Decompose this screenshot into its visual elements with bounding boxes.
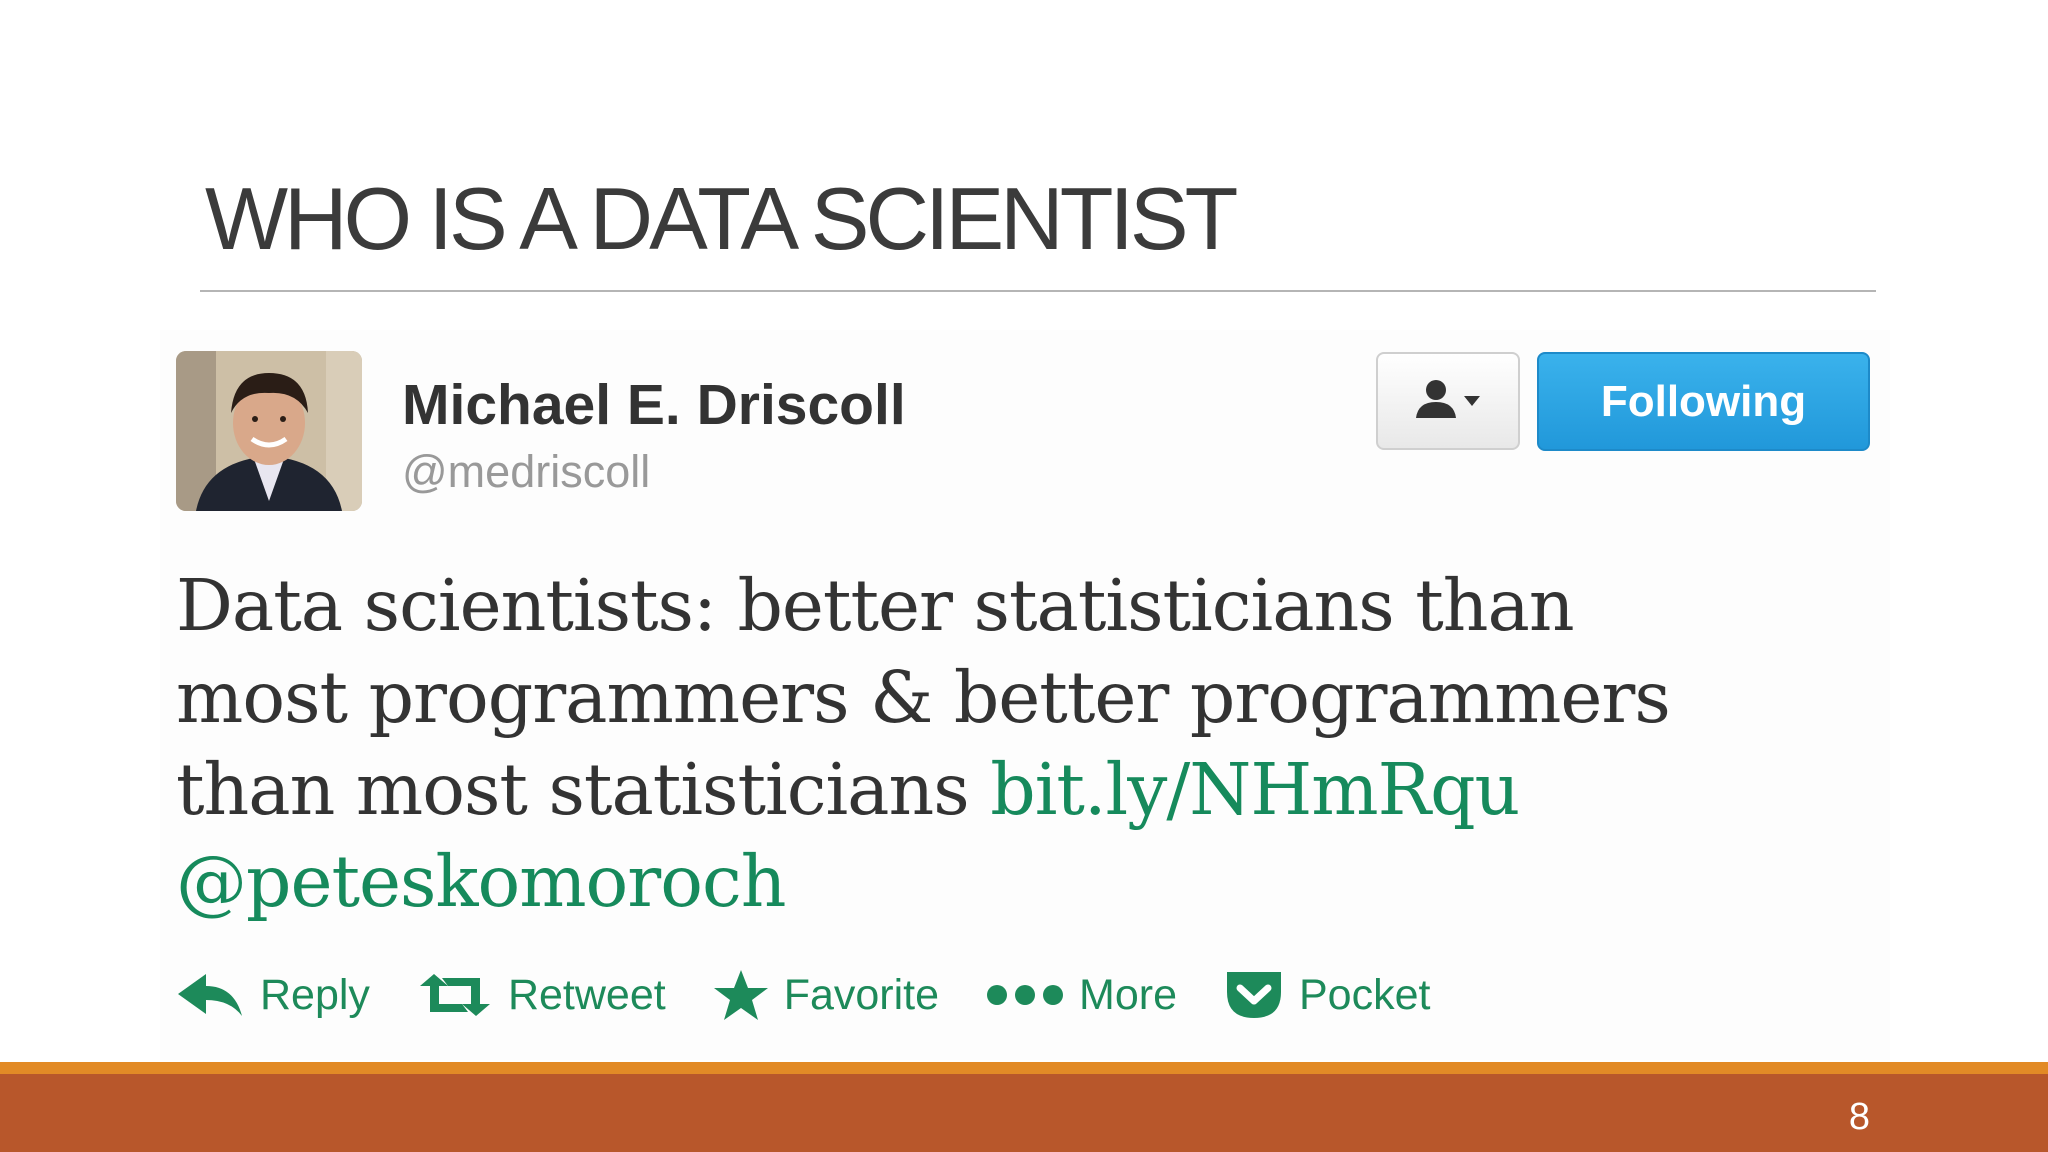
tweet-text-line: most programmers & better programmers: [176, 656, 1671, 739]
pocket-button[interactable]: Pocket: [1223, 968, 1430, 1022]
retweet-label: Retweet: [507, 970, 666, 1019]
three-dots-icon: [987, 985, 1064, 1005]
more-button[interactable]: More: [985, 971, 1177, 1020]
author-name[interactable]: Michael E. Driscoll: [402, 372, 906, 438]
footer-accent-stripe: [0, 1062, 2048, 1074]
pocket-icon: [1227, 972, 1281, 1018]
more-label: More: [1079, 970, 1177, 1019]
reply-label: Reply: [260, 970, 370, 1019]
tweet-text-line: Data scientists: better statisticians th…: [176, 564, 1575, 647]
tweet-link[interactable]: bit.ly/NHmRqu: [990, 748, 1520, 831]
reply-arrow-icon: [178, 974, 242, 1016]
favorite-button[interactable]: Favorite: [712, 968, 939, 1022]
favorite-label: Favorite: [783, 970, 940, 1019]
pocket-label: Pocket: [1299, 970, 1431, 1019]
page-number: 8: [1848, 1096, 1870, 1138]
tweet-text-line: than most statisticians bit.ly/NHmRqu: [176, 744, 1876, 836]
author-handle[interactable]: @medriscoll: [402, 446, 650, 498]
retweet-button[interactable]: Retweet: [416, 971, 666, 1020]
user-menu-button[interactable]: [1376, 352, 1520, 450]
user-dropdown-icon: [1416, 380, 1480, 418]
tweet-text-segment: than most statisticians: [176, 748, 970, 831]
tweet-mention[interactable]: @peteskomoroch: [176, 836, 1876, 928]
retweet-icon: [419, 974, 490, 1016]
profile-photo-icon: [176, 351, 362, 511]
tweet-text: Data scientists: better statisticians th…: [176, 560, 1876, 928]
slide-title: WHO IS A DATA SCIENTIST: [205, 169, 1238, 268]
star-icon: [713, 970, 768, 1020]
footer-bar: [0, 1074, 2048, 1152]
tweet-actions: Reply Retweet Favorite More Pocket: [176, 962, 1476, 1028]
title-divider: [200, 290, 1876, 292]
avatar[interactable]: [176, 351, 362, 511]
reply-button[interactable]: Reply: [176, 971, 370, 1020]
following-button[interactable]: Following: [1537, 352, 1870, 451]
